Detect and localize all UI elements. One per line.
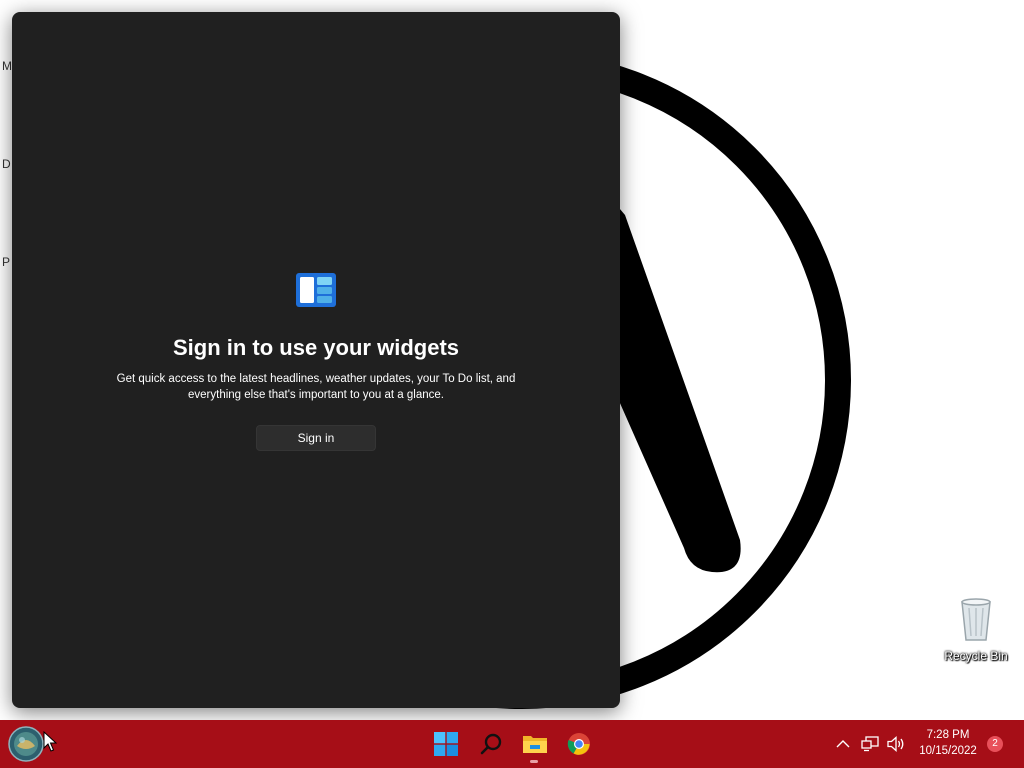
widgets-panel: Sign in to use your widgets Get quick ac… <box>12 12 620 708</box>
mouse-cursor-icon <box>43 731 57 752</box>
desktop-icon-label-partial[interactable]: M <box>2 59 12 73</box>
notification-badge[interactable]: 2 <box>987 736 1003 752</box>
desktop-icon-label-partial[interactable]: D <box>2 157 11 171</box>
search-icon <box>480 733 502 755</box>
volume-icon <box>887 736 904 752</box>
network-button[interactable] <box>858 720 882 768</box>
widgets-description-line: everything else that's important to you … <box>188 389 444 401</box>
chrome-button[interactable] <box>558 720 600 768</box>
widgets-title: Sign in to use your widgets <box>172 335 460 360</box>
show-hidden-icons-button[interactable] <box>832 720 854 768</box>
chevron-up-icon <box>836 740 850 748</box>
recycle-bin-label: Recycle Bin <box>944 649 1008 663</box>
widgets-icon <box>296 273 336 307</box>
windows-start-icon <box>434 732 458 756</box>
widgets-description: Get quick access to the latest headlines… <box>116 371 516 403</box>
start-orb-icon <box>8 726 44 762</box>
desktop-icon-label-partial[interactable]: P <box>2 255 10 269</box>
file-explorer-icon <box>523 736 547 753</box>
volume-button[interactable] <box>884 720 908 768</box>
recycle-bin-shortcut[interactable]: Recycle Bin <box>940 596 1012 666</box>
network-icon <box>861 736 879 752</box>
start-orb-button[interactable] <box>4 720 48 768</box>
clock-time: 7:28 PM <box>926 729 970 741</box>
recycle-bin-icon <box>961 598 991 641</box>
sign-in-button[interactable]: Sign in <box>256 425 376 451</box>
widgets-description-line: Get quick access to the latest headlines… <box>116 373 516 385</box>
chrome-icon <box>567 733 590 755</box>
search-button[interactable] <box>470 720 512 768</box>
taskbar <box>0 720 1024 768</box>
running-app-indicator <box>530 760 538 763</box>
clock[interactable]: 7:28 PM 10/15/2022 <box>910 727 986 759</box>
clock-date: 10/15/2022 <box>919 745 977 757</box>
windows-start-button[interactable] <box>426 720 466 768</box>
